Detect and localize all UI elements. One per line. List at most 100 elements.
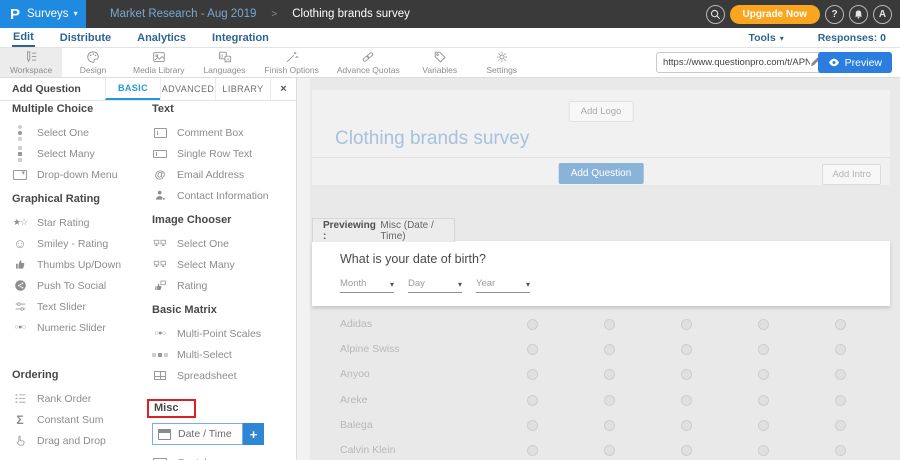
qtype-date-time[interactable]: Date / Time + <box>152 423 264 445</box>
qtype-captcha[interactable]: Captcha <box>152 452 290 460</box>
matrix-radio[interactable] <box>835 445 846 456</box>
matrix-radio[interactable] <box>604 319 615 330</box>
tab-settings[interactable]: Settings <box>471 48 533 77</box>
tab-workspace[interactable]: Workspace <box>0 48 62 77</box>
tab-finish-options[interactable]: Finish Options <box>256 48 328 77</box>
matrix-radio[interactable] <box>527 395 538 406</box>
matrix-row: Alpine Swiss <box>312 343 900 357</box>
matrix-radio[interactable] <box>758 420 769 431</box>
matrix-radio[interactable] <box>527 369 538 380</box>
group-basic-matrix: Basic Matrix Multi-Point Scales Multi-Se… <box>152 304 290 386</box>
matrix-row: Balega <box>312 419 900 433</box>
surveys-menu[interactable]: Surveys <box>27 8 78 20</box>
tab-advanced[interactable]: ADVANCED <box>160 78 215 100</box>
qtype-contact-information[interactable]: Contact Information <box>152 185 290 206</box>
matrix-radio[interactable] <box>681 420 692 431</box>
matrix-radio[interactable] <box>758 319 769 330</box>
matrix-radio[interactable] <box>835 344 846 355</box>
matrix-row: Anyoo <box>312 368 900 382</box>
tools-dropdown[interactable]: Tools <box>748 32 783 44</box>
qtype-email-address[interactable]: Email Address <box>152 164 290 185</box>
breadcrumb-separator: > <box>271 9 277 20</box>
matrix-radio[interactable] <box>527 445 538 456</box>
qtype-push-to-social[interactable]: Push To Social <box>12 275 150 296</box>
qtype-drag-and-drop[interactable]: Drag and Drop <box>12 430 150 451</box>
qtype-image-select-one[interactable]: Select One <box>152 233 290 254</box>
tab-advance-quotas[interactable]: Advance Quotas <box>328 48 409 77</box>
matrix-radio[interactable] <box>835 420 846 431</box>
qtype-image-rating[interactable]: Rating <box>152 275 290 296</box>
survey-url-field[interactable] <box>656 52 828 73</box>
matrix-radio[interactable] <box>604 369 615 380</box>
matrix-radio[interactable] <box>758 445 769 456</box>
survey-title[interactable]: Clothing brands survey <box>335 128 529 150</box>
qtype-spreadsheet[interactable]: Spreadsheet <box>152 365 290 386</box>
matrix-radio[interactable] <box>604 344 615 355</box>
qtype-comment-box[interactable]: Comment Box <box>152 122 290 143</box>
qtype-multi-point-scales[interactable]: Multi-Point Scales <box>152 323 290 344</box>
product-switcher[interactable]: P Surveys <box>0 0 86 28</box>
matrix-radio[interactable] <box>604 445 615 456</box>
add-intro-button[interactable]: Add Intro <box>822 164 881 185</box>
tab-variables[interactable]: Variables <box>409 48 471 77</box>
preview-button[interactable]: Preview <box>818 52 892 73</box>
qtype-image-select-many[interactable]: Select Many <box>152 254 290 275</box>
close-icon[interactable]: × <box>270 78 296 100</box>
qtype-smiley-rating[interactable]: Smiley - Rating <box>12 233 150 254</box>
menu-integration[interactable]: Integration <box>211 30 270 46</box>
matrix-radio[interactable] <box>835 395 846 406</box>
add-question-button[interactable]: Add Question <box>559 163 644 184</box>
qtype-star-rating[interactable]: Star Rating <box>12 212 150 233</box>
matrix-radio[interactable] <box>758 369 769 380</box>
matrix-radio[interactable] <box>604 395 615 406</box>
qtype-text-slider[interactable]: Text Slider <box>12 296 150 317</box>
qtype-select-one[interactable]: Select One <box>12 122 150 143</box>
upgrade-now-button[interactable]: Upgrade Now <box>730 5 820 24</box>
tab-media-library[interactable]: Media Library <box>124 48 194 77</box>
matrix-radio[interactable] <box>527 319 538 330</box>
qtype-thumbs-updown[interactable]: Thumbs Up/Down <box>12 254 150 275</box>
tab-basic[interactable]: BASIC <box>105 78 160 100</box>
matrix-radio[interactable] <box>681 369 692 380</box>
matrix-radio[interactable] <box>681 344 692 355</box>
avatar[interactable]: A <box>873 5 892 24</box>
search-icon[interactable] <box>706 5 725 24</box>
matrix-radio[interactable] <box>527 420 538 431</box>
matrix-radio[interactable] <box>604 420 615 431</box>
matrix-radio[interactable] <box>681 319 692 330</box>
matrix-radio[interactable] <box>835 319 846 330</box>
panel-scroll-gutter[interactable] <box>297 78 310 460</box>
matrix-radio[interactable] <box>758 395 769 406</box>
qtype-dropdown-menu[interactable]: Drop-down Menu <box>12 164 150 185</box>
qtype-rank-order[interactable]: Rank Order <box>12 388 150 409</box>
notifications-bell-icon[interactable] <box>849 5 868 24</box>
qtype-single-row-text[interactable]: Single Row Text <box>152 143 290 164</box>
survey-url-input[interactable] <box>663 57 810 68</box>
day-select[interactable]: Day▾ <box>408 278 462 293</box>
tab-languages[interactable]: aA Languages <box>194 48 256 77</box>
qtype-numeric-slider[interactable]: Numeric Slider <box>12 317 150 338</box>
tab-library[interactable]: LIBRARY <box>215 78 270 100</box>
matrix-radio[interactable] <box>527 344 538 355</box>
matrix-radio[interactable] <box>835 369 846 380</box>
add-date-time-button[interactable]: + <box>243 423 264 445</box>
year-select[interactable]: Year▾ <box>476 278 530 293</box>
help-button[interactable]: ? <box>825 5 844 24</box>
month-select[interactable]: Month▾ <box>340 278 394 293</box>
responses-count[interactable]: Responses: 0 <box>818 32 886 44</box>
qtype-constant-sum[interactable]: Constant Sum <box>12 409 150 430</box>
breadcrumb-folder[interactable]: Market Research - Aug 2019 <box>110 8 256 20</box>
menu-distribute[interactable]: Distribute <box>59 30 112 46</box>
chevron-down-icon: ▾ <box>390 280 394 289</box>
matrix-radio[interactable] <box>681 445 692 456</box>
matrix-radio[interactable] <box>681 395 692 406</box>
qtype-multi-select[interactable]: Multi-Select <box>152 344 290 365</box>
qtype-select-many[interactable]: Select Many <box>12 143 150 164</box>
matrix-radio[interactable] <box>758 344 769 355</box>
add-question-panel: Add Question BASIC ADVANCED LIBRARY × Mu… <box>0 78 297 460</box>
ranked-list-icon <box>12 392 28 405</box>
tab-design[interactable]: Design <box>62 48 124 77</box>
menu-analytics[interactable]: Analytics <box>136 30 187 46</box>
add-logo-button[interactable]: Add Logo <box>569 101 634 122</box>
menu-edit[interactable]: Edit <box>12 29 35 47</box>
